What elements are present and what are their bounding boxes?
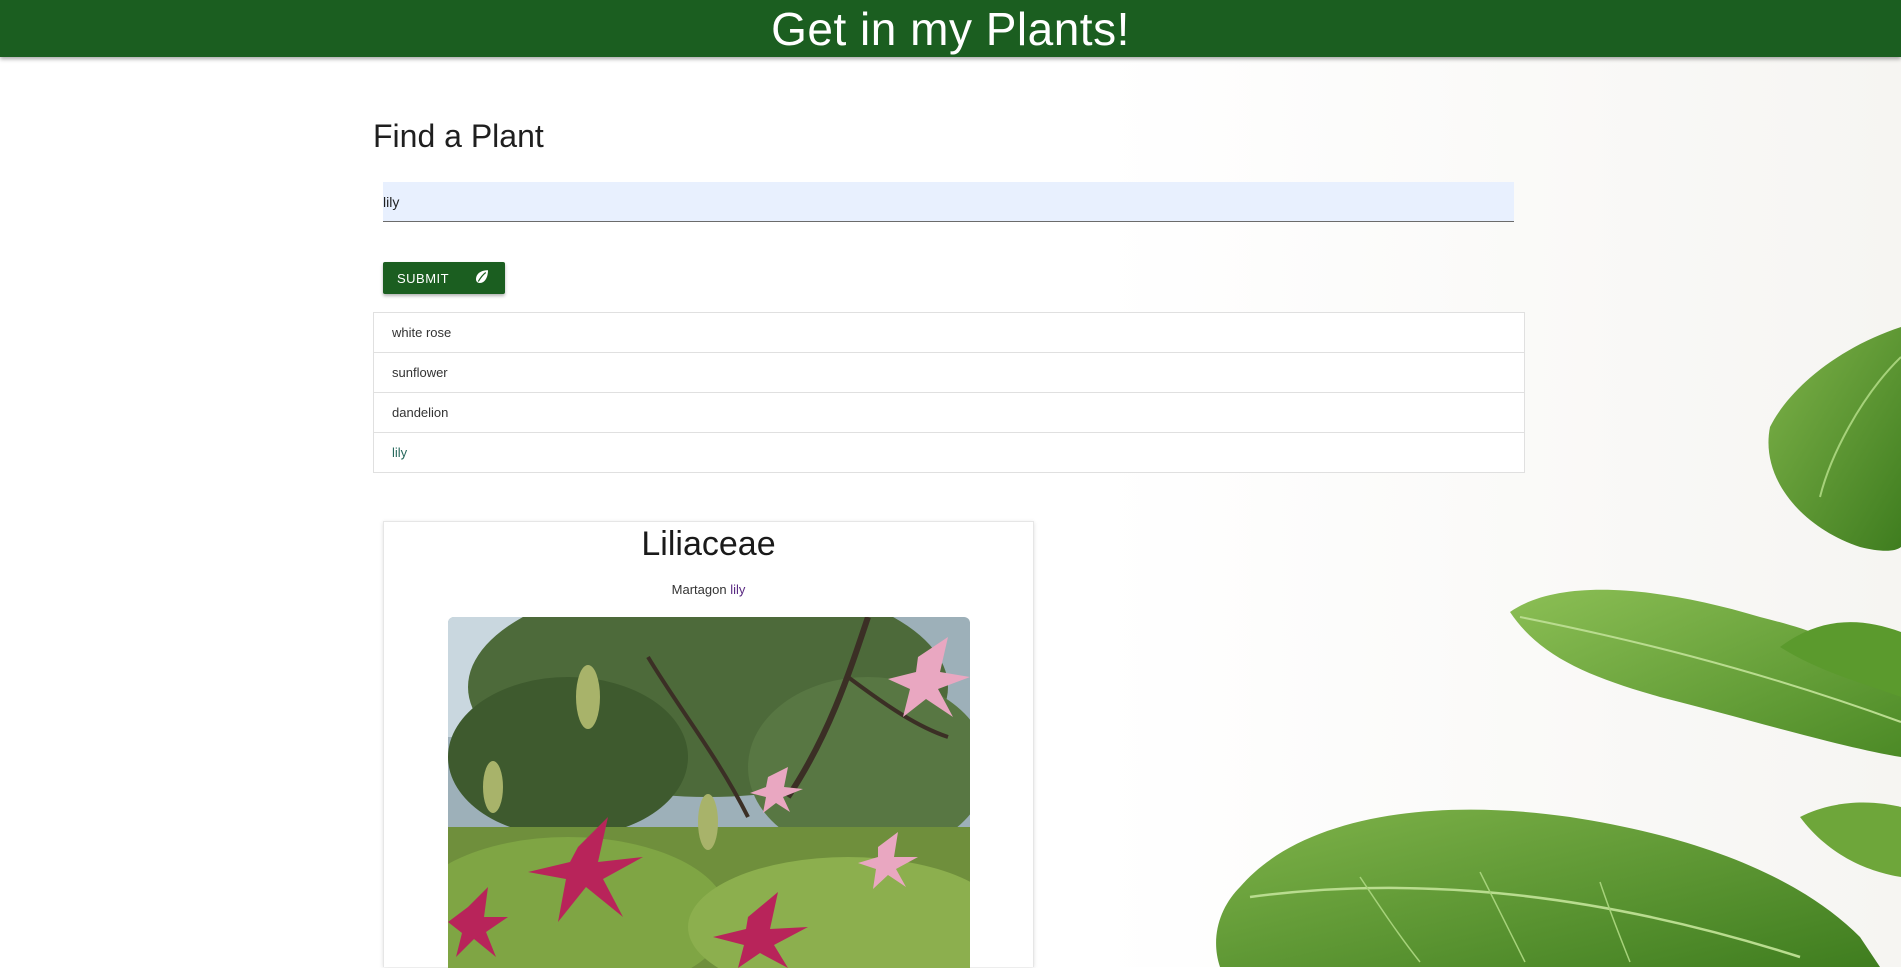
submit-label: SUBMIT — [397, 270, 450, 286]
submit-button[interactable]: SUBMIT — [383, 262, 505, 294]
search-field[interactable] — [383, 182, 1514, 222]
app-header: Get in my Plants! — [0, 0, 1901, 57]
search-history-list: white rose sunflower dandelion lily — [373, 312, 1525, 473]
plant-common-name: Martagon lily — [384, 582, 1033, 597]
app-title: Get in my Plants! — [771, 2, 1130, 55]
plant-family-title: Liliaceae — [641, 525, 776, 563]
history-item-dandelion[interactable]: dandelion — [374, 393, 1524, 433]
history-item-white-rose[interactable]: white rose — [374, 313, 1524, 353]
plant-result-card: Liliaceae Martagon lily — [383, 521, 1034, 968]
history-item-lily[interactable]: lily — [374, 433, 1524, 472]
leaf-icon — [473, 268, 491, 289]
find-plant-heading: Find a Plant — [373, 118, 544, 154]
history-item-sunflower[interactable]: sunflower — [374, 353, 1524, 393]
lily-flowers-photo — [448, 617, 970, 968]
search-input[interactable] — [383, 182, 1514, 221]
common-name-prefix: Martagon — [671, 582, 727, 597]
common-name-match: lily — [730, 582, 746, 597]
